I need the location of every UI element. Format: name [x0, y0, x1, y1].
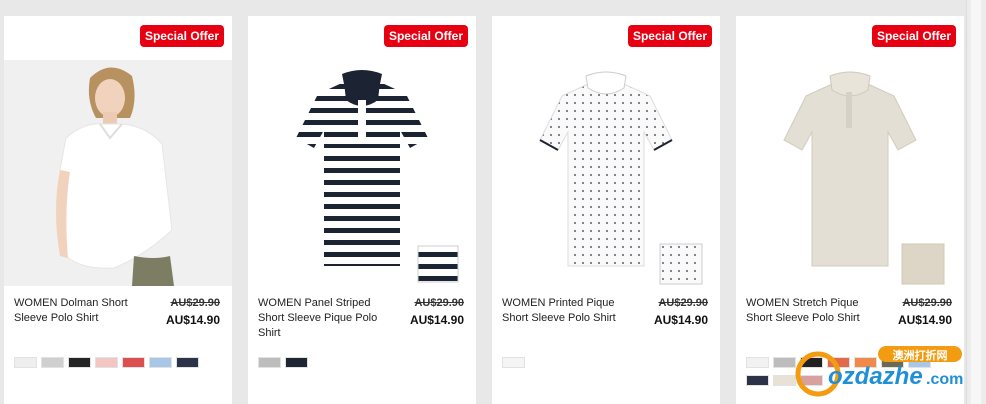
sale-price: AU$14.90 — [897, 313, 952, 327]
color-swatch[interactable] — [41, 357, 64, 368]
original-price: AU$29.90 — [170, 297, 220, 309]
color-swatches — [502, 357, 702, 375]
product-name[interactable]: WOMEN Stretch Pique Short Sleeve Polo Sh… — [746, 296, 874, 326]
svg-text:ozdazhe: ozdazhe — [828, 363, 923, 390]
product-image[interactable] — [736, 60, 964, 286]
color-swatch[interactable] — [122, 357, 145, 368]
sale-price: AU$14.90 — [165, 313, 220, 327]
svg-text:.com: .com — [926, 371, 963, 388]
original-price: AU$29.90 — [902, 297, 952, 309]
color-swatches — [14, 357, 214, 375]
product-image[interactable] — [492, 60, 720, 286]
product-card[interactable]: Special Offer WOMEN Printed Pique Short … — [492, 16, 720, 404]
color-swatch[interactable] — [14, 357, 37, 368]
color-swatches — [258, 357, 458, 375]
sale-price: AU$14.90 — [409, 313, 464, 327]
product-name[interactable]: WOMEN Panel Striped Short Sleeve Pique P… — [258, 296, 386, 341]
ozdazhe-watermark-logo: 澳洲打折网 ozdazhe .com — [770, 340, 966, 400]
color-swatch[interactable] — [746, 357, 769, 368]
page-scrollbar[interactable] — [966, 0, 986, 404]
product-card[interactable]: Special Offer WOMEN Dolman Short Sleeve … — [4, 16, 232, 404]
color-swatch[interactable] — [68, 357, 91, 368]
product-name[interactable]: WOMEN Dolman Short Sleeve Polo Shirt — [14, 296, 142, 326]
color-swatch[interactable] — [149, 357, 172, 368]
product-image[interactable] — [4, 60, 232, 286]
scrollbar-thumb[interactable] — [971, 0, 981, 404]
original-price: AU$29.90 — [658, 297, 708, 309]
special-offer-badge: Special Offer — [139, 25, 224, 47]
special-offer-badge: Special Offer — [627, 25, 712, 47]
color-swatch[interactable] — [502, 357, 525, 368]
sale-price: AU$14.90 — [653, 313, 708, 327]
color-swatch[interactable] — [285, 357, 308, 368]
svg-text:澳洲打折网: 澳洲打折网 — [893, 348, 948, 362]
color-swatch[interactable] — [746, 375, 769, 386]
color-swatch[interactable] — [176, 357, 199, 368]
product-card[interactable]: Special Offer WOMEN Panel Striped Short … — [248, 16, 476, 404]
color-swatch[interactable] — [95, 357, 118, 368]
product-name[interactable]: WOMEN Printed Pique Short Sleeve Polo Sh… — [502, 296, 630, 326]
product-image[interactable] — [248, 60, 476, 286]
special-offer-badge: Special Offer — [871, 25, 956, 47]
color-swatch[interactable] — [258, 357, 281, 368]
special-offer-badge: Special Offer — [383, 25, 468, 47]
original-price: AU$29.90 — [414, 297, 464, 309]
